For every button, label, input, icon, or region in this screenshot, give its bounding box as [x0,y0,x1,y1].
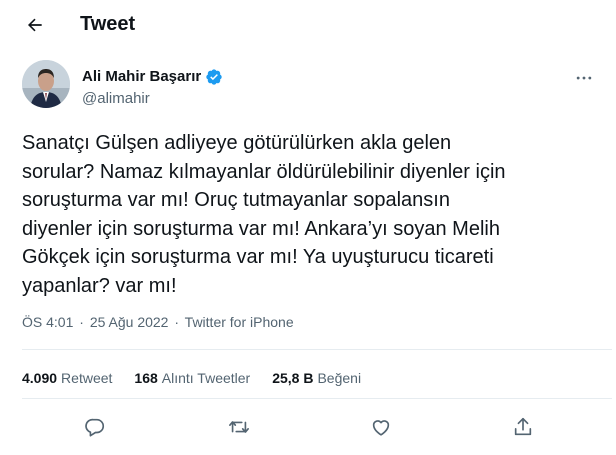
like-stat[interactable]: 25,8 B Beğeni [272,369,361,387]
tweet-stats: 4.090 Retweet 168 Alıntı Tweetler 25,8 B Be… [22,369,383,387]
divider [22,398,612,399]
tweet-date[interactable]: 25 Ağu 2022 [90,314,169,330]
author-row: Ali Mahir Başarır @alimahir [0,60,616,112]
meta-separator: · [174,314,180,330]
share-button[interactable] [509,413,537,441]
back-button[interactable] [22,12,48,38]
like-count: 25,8 B [272,370,314,386]
tweet-text: Sanatçı Gülşen adliyeye götürülürken akl… [22,132,506,297]
tweet-page: Tweet Ali Mahir Başarır @alimahir Sanatç… [0,0,616,455]
retweet-icon [229,421,249,433]
share-icon [514,417,532,436]
more-button[interactable] [572,66,596,90]
avatar[interactable] [22,60,70,108]
tweet-actions [0,413,616,441]
quote-count: 168 [134,370,158,386]
tweet-time[interactable]: ÖS 4:01 [22,314,73,330]
page-title: Tweet [80,13,136,35]
reply-button[interactable] [81,413,109,441]
meta-separator: · [79,314,84,330]
like-button[interactable] [367,413,395,441]
verified-badge-icon [206,69,222,85]
retweet-button[interactable] [225,413,253,441]
quote-stat[interactable]: 168 Alıntı Tweetler [134,369,250,387]
retweet-label: Retweet [61,370,113,386]
arrow-left-icon [28,18,42,32]
display-name[interactable]: Ali Mahir Başarır [82,68,201,86]
more-horizontal-icon [576,76,592,80]
user-handle[interactable]: @alimahir [82,90,150,108]
reply-icon [85,418,105,437]
divider [22,349,612,350]
top-header: Tweet [0,0,616,50]
avatar-image [22,60,70,108]
tweet-source[interactable]: Twitter for iPhone [185,314,294,330]
quote-label: Alıntı Tweetler [161,370,251,386]
retweet-count: 4.090 [22,370,58,386]
display-name-wrap[interactable]: Ali Mahir Başarır [82,68,223,86]
heart-icon [372,420,390,436]
retweet-stat[interactable]: 4.090 Retweet [22,369,112,387]
like-label: Beğeni [317,370,362,386]
tweet-meta: ÖS 4:01 · 25 Ağu 2022 · Twitter for iPho… [22,313,294,331]
